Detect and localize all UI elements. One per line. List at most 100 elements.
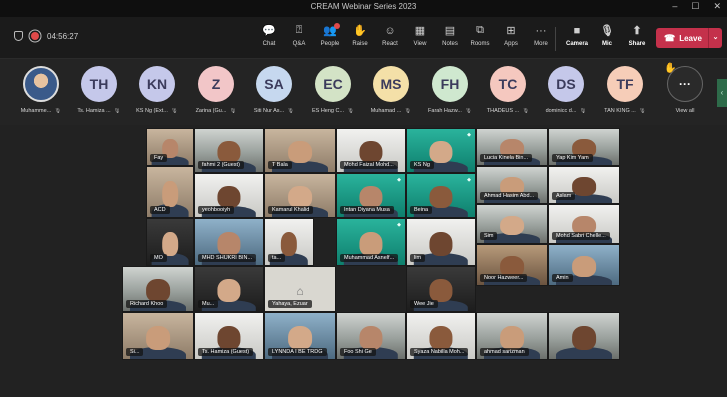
participant-avatar-item[interactable]: FH Farah Hazw... 🎙 (419, 66, 481, 114)
toolbar-apps-button[interactable]: ⊞ Apps (494, 23, 528, 47)
video-tile[interactable]: Yap Kim Yam (548, 128, 620, 166)
mic-muted-icon: 🎙 (170, 108, 178, 114)
participant-avatar-item[interactable]: SA Siti Nur As... 🎙 (243, 66, 305, 114)
phone-icon: ☎ (664, 32, 676, 43)
video-tile[interactable]: Wee Jie (406, 266, 476, 312)
react-icon: ☺ (384, 24, 396, 37)
video-tile[interactable]: Sim (476, 204, 548, 244)
participant-avatar-item[interactable]: TC THADEUS ... 🎙 (477, 66, 539, 114)
title-bar: CREAM Webinar Series 2023 – ☐ ✕ (0, 0, 727, 17)
logo-icon: ◆ (397, 177, 401, 183)
participant-name-tag: MO (150, 254, 167, 262)
toolbar-chat-button[interactable]: 💬 Chat (252, 23, 286, 47)
video-tile[interactable]: ahmad sarizman (476, 312, 548, 360)
video-tile[interactable]: MO (146, 218, 194, 266)
video-tile[interactable]: MHD SHUKRI BIN... (194, 218, 264, 266)
video-tile[interactable]: ⌂ Yahaya, Ezuar (264, 266, 336, 312)
recording-icon (31, 32, 39, 40)
toolbar-label: Notes (442, 41, 458, 47)
chevron-right-icon[interactable]: ‹ (717, 79, 727, 107)
meeting-timer: 04:56:27 (47, 31, 79, 41)
participant-name: TAN KING ... (604, 108, 636, 114)
view-all-label: View all (675, 108, 695, 114)
toolbar-mic-button[interactable]: 🎙 Mic (590, 23, 624, 47)
video-tile[interactable]: ◆ Beina (406, 173, 476, 218)
video-tile[interactable]: Richard Khoo (122, 266, 194, 312)
rooms-icon: ⧉ (476, 24, 484, 36)
toolbar-more-button[interactable]: ··· More (524, 23, 558, 48)
video-tile[interactable] (548, 312, 620, 360)
avatar: Z (198, 66, 234, 102)
video-tile[interactable]: Syaza Nabilla Moh... (406, 312, 476, 360)
chevron-down-icon[interactable]: ⌄ (708, 28, 722, 48)
participant-avatar-item[interactable]: Muhamme... 🎙 (10, 66, 72, 114)
shield-icon[interactable] (14, 31, 23, 41)
toolbar-rooms-button[interactable]: ⧉ Rooms (463, 23, 497, 47)
maximize-icon[interactable]: ☐ (691, 1, 699, 12)
video-tile[interactable]: Amin (548, 244, 620, 286)
video-tile[interactable]: ACD (146, 166, 194, 218)
toolbar-share-button[interactable]: ⬆ Share (620, 23, 654, 47)
video-tile[interactable]: ta... (264, 218, 314, 266)
mic-muted-icon: 🎙 (287, 108, 295, 114)
video-tile[interactable]: Mohd Faizal Mohd... (336, 128, 406, 173)
video-tile[interactable]: lim (406, 218, 476, 266)
avatar: TF (607, 66, 643, 102)
close-icon[interactable]: ✕ (713, 1, 721, 12)
video-tile[interactable]: T Bala (264, 128, 336, 173)
video-tile[interactable]: fahmi 2 (Guest) (194, 128, 264, 173)
qa-icon: ⍰ (295, 24, 303, 36)
video-tile[interactable]: ◆ Muhammad Asnelf... (336, 218, 406, 266)
video-tile[interactable]: Lucia Kinela Bin... (476, 128, 548, 166)
avatar (23, 66, 59, 102)
video-tile[interactable]: Mu... (194, 266, 264, 312)
participant-name-tag: Mohd Faizal Mohd... (340, 161, 398, 169)
minimize-icon[interactable]: – (672, 1, 677, 12)
participant-avatar-item[interactable]: MS Muhamad ... 🎙 (360, 66, 422, 114)
video-tile[interactable]: Kamarul Khalid (264, 173, 336, 218)
leave-button[interactable]: ☎ Leave ⌄ (656, 28, 722, 48)
participant-name: Zarina (Gu... (195, 108, 227, 114)
participant-name-tag: T Bala (268, 161, 292, 169)
participant-avatar-item[interactable]: TH Ts. Hamiza ... 🎙 (68, 66, 130, 114)
video-tile[interactable]: yeohbooiyh (194, 173, 264, 218)
participant-avatar-item[interactable]: EC ES Heng C... 🎙 (302, 66, 364, 114)
toolbar-view-button[interactable]: ▦ View (403, 23, 437, 47)
participant-avatar-item[interactable]: KN KS Ng (Ext... 🎙 (126, 66, 188, 114)
participant-avatar-item[interactable]: Z Zarina (Gu... 🎙 (185, 66, 247, 114)
toolbar-notes-button[interactable]: ▤ Notes (433, 23, 467, 47)
video-tile[interactable]: Foo Shi Ge (336, 312, 406, 360)
video-tile[interactable]: Ts. Hamiza (Guest) (194, 312, 264, 360)
participant-name-tag: Wee Jie (410, 300, 438, 308)
participant-name: Siti Nur As... (253, 108, 285, 114)
video-tile[interactable]: ◆ KS Ng (406, 128, 476, 173)
video-tile[interactable]: Fay (146, 128, 194, 166)
participant-name: Ts. Hamiza ... (77, 108, 111, 114)
toolbar-qa-button[interactable]: ⍰ Q&A (282, 23, 316, 47)
toolbar-camera-button[interactable]: ■ Camera (560, 23, 594, 48)
toolbar-people-button[interactable]: 👥 People (313, 23, 347, 47)
participant-name-tag: yeohbooiyh (198, 206, 235, 214)
mic-muted-icon: 🎙 (638, 108, 646, 114)
participant-name-tag: Muhammad Asnelf... (340, 254, 399, 262)
video-tile[interactable]: Aslam (548, 166, 620, 204)
toolbar-label: Q&A (292, 41, 306, 47)
raise-hand-icon: ✋ (353, 25, 367, 37)
toolbar-label: People (320, 41, 340, 47)
video-tile[interactable]: Si... (122, 312, 194, 360)
video-tile[interactable]: ◆ Intan Diyana Musa (336, 173, 406, 218)
toolbar-raise-button[interactable]: ✋ Raise (343, 23, 377, 47)
video-tile[interactable]: Mohd Sabri Chelle... (548, 204, 620, 244)
mic-muted-icon: 🎙 (347, 108, 355, 114)
toolbar-label: Raise (352, 41, 368, 47)
video-tile[interactable]: Ahmad Hasim Abd... (476, 166, 548, 204)
participant-avatar-item[interactable]: TF TAN KING ... 🎙 (594, 66, 656, 114)
view-all-button[interactable]: ··· View all (654, 66, 716, 114)
share-icon: ⬆ (632, 25, 642, 37)
logo-icon: ◆ (397, 222, 401, 228)
participant-avatar-item[interactable]: DS dominicc d... 🎙 (535, 66, 597, 114)
more-icon: ··· (535, 24, 547, 37)
video-tile[interactable]: LYNNDA I BE TRDG (264, 312, 336, 360)
toolbar-react-button[interactable]: ☺ React (373, 23, 407, 48)
video-tile[interactable]: Noor Hazweer... (476, 244, 548, 286)
